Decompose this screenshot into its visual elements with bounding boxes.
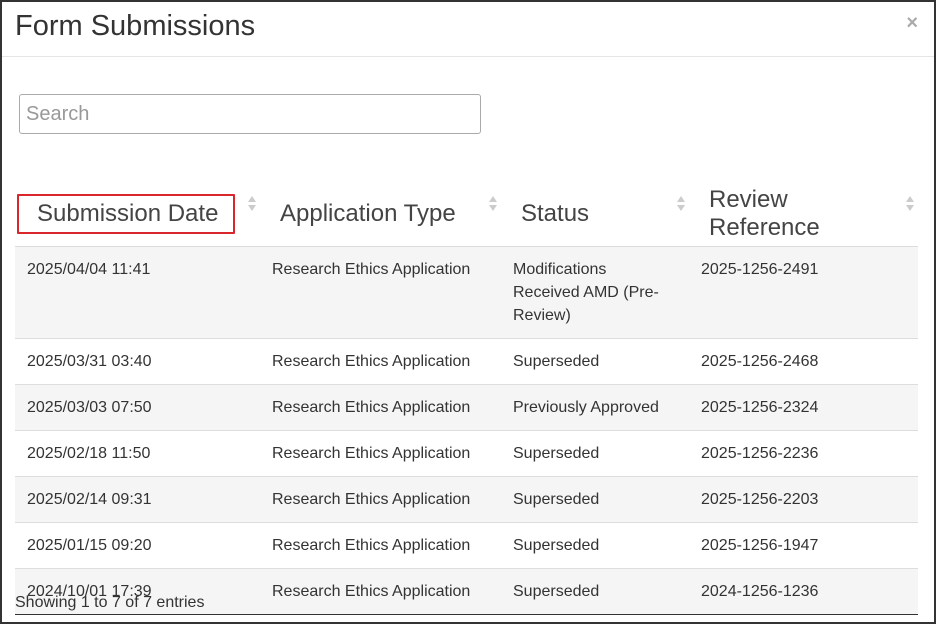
column-header-status[interactable]: Status: [501, 182, 689, 247]
column-header-label: Status: [521, 200, 590, 227]
cell-status: Previously Approved: [501, 384, 689, 431]
cell-status: Modifications Received AMD (Pre-Review): [501, 246, 689, 339]
cell-review-reference: 2025-1256-2203: [689, 476, 918, 523]
sort-icon[interactable]: [677, 194, 685, 214]
column-header-label: Application Type: [280, 200, 456, 227]
column-header-label: Submission Date: [17, 194, 236, 234]
table-row[interactable]: 2025/03/31 03:40 Research Ethics Applica…: [15, 338, 918, 385]
sort-icon[interactable]: [489, 194, 497, 214]
cell-application-type: Research Ethics Application: [260, 338, 501, 385]
cell-submission-date: 2025/04/04 11:41: [15, 246, 260, 339]
table-row[interactable]: 2025/01/15 09:20 Research Ethics Applica…: [15, 522, 918, 569]
cell-submission-date: 2025/03/03 07:50: [15, 384, 260, 431]
cell-review-reference: 2025-1256-2324: [689, 384, 918, 431]
form-submissions-modal: Form Submissions × Submission Date Appli…: [0, 0, 936, 624]
table-info: Showing 1 to 7 of 7 entries: [15, 594, 205, 611]
close-icon[interactable]: ×: [906, 12, 918, 35]
cell-status: Superseded: [501, 522, 689, 569]
cell-submission-date: 2025/03/31 03:40: [15, 338, 260, 385]
modal-title: Form Submissions: [15, 10, 256, 42]
table-row[interactable]: 2025/03/03 07:50 Research Ethics Applica…: [15, 384, 918, 431]
cell-submission-date: 2025/02/18 11:50: [15, 430, 260, 477]
table-row[interactable]: 2025/02/18 11:50 Research Ethics Applica…: [15, 430, 918, 477]
sort-icon[interactable]: [906, 194, 914, 214]
submissions-table: Submission Date Application Type Status …: [15, 182, 918, 615]
cell-application-type: Research Ethics Application: [260, 384, 501, 431]
cell-application-type: Research Ethics Application: [260, 568, 501, 615]
cell-application-type: Research Ethics Application: [260, 246, 501, 339]
cell-review-reference: 2024-1256-1236: [689, 568, 918, 615]
column-header-submission-date[interactable]: Submission Date: [15, 182, 260, 247]
cell-review-reference: 2025-1256-2236: [689, 430, 918, 477]
table-header-row: Submission Date Application Type Status …: [15, 182, 918, 247]
column-header-label: Review Reference: [709, 186, 820, 241]
column-header-application-type[interactable]: Application Type: [260, 182, 501, 247]
cell-application-type: Research Ethics Application: [260, 430, 501, 477]
cell-application-type: Research Ethics Application: [260, 522, 501, 569]
cell-status: Superseded: [501, 338, 689, 385]
modal-header: Form Submissions ×: [2, 2, 934, 57]
cell-submission-date: 2025/02/14 09:31: [15, 476, 260, 523]
cell-application-type: Research Ethics Application: [260, 476, 501, 523]
cell-review-reference: 2025-1256-2491: [689, 246, 918, 339]
cell-review-reference: 2025-1256-2468: [689, 338, 918, 385]
cell-status: Superseded: [501, 476, 689, 523]
sort-icon[interactable]: [248, 194, 256, 214]
cell-submission-date: 2025/01/15 09:20: [15, 522, 260, 569]
table-row[interactable]: 2025/04/04 11:41 Research Ethics Applica…: [15, 246, 918, 339]
column-header-review-reference[interactable]: Review Reference: [689, 182, 918, 247]
search-input[interactable]: [19, 94, 481, 134]
cell-review-reference: 2025-1256-1947: [689, 522, 918, 569]
table-row[interactable]: 2025/02/14 09:31 Research Ethics Applica…: [15, 476, 918, 523]
cell-status: Superseded: [501, 430, 689, 477]
cell-status: Superseded: [501, 568, 689, 615]
